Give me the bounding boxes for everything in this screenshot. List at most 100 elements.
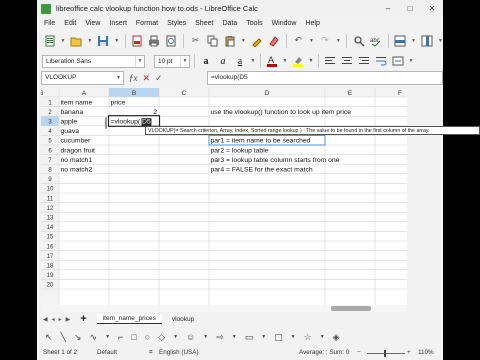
print-icon[interactable]	[148, 34, 161, 48]
function-wizard-icon[interactable]: ƒx	[129, 73, 138, 83]
cancel-icon[interactable]: ✕	[143, 73, 151, 84]
cell-d2[interactable]: use the vlookup() function to look up it…	[211, 109, 352, 116]
stars-icon[interactable]: ☆	[304, 332, 312, 343]
row-header-13[interactable]: 13	[47, 216, 54, 222]
column-header-g[interactable]: G	[41, 90, 44, 97]
cell-a4[interactable]: guava	[61, 128, 80, 135]
redo-icon[interactable]: ↷	[318, 34, 331, 48]
close-button[interactable]: ✕	[421, 0, 443, 17]
chevron-down-icon[interactable]: ▼	[408, 54, 414, 68]
menu-edit[interactable]: Edit	[64, 20, 76, 27]
chevron-down-icon[interactable]: ▼	[180, 55, 189, 67]
chevron-down-icon[interactable]: ▼	[114, 72, 123, 84]
cell-b1[interactable]: price	[111, 99, 126, 106]
chevron-down-icon[interactable]: ▼	[411, 34, 417, 48]
chevron-down-icon[interactable]: ▼	[437, 34, 443, 48]
new-icon[interactable]	[43, 34, 56, 48]
menu-help[interactable]: Help	[305, 20, 319, 27]
row-header-10[interactable]: 10	[47, 187, 54, 193]
menu-sheet[interactable]: Sheet	[195, 20, 213, 27]
align-left-icon[interactable]	[323, 54, 337, 68]
chevron-down-icon[interactable]: ▼	[336, 34, 342, 48]
sheet-tab-vlookup[interactable]: vlookup	[166, 315, 200, 324]
menu-styles[interactable]: Styles	[167, 20, 186, 27]
print-preview-icon[interactable]	[165, 34, 178, 48]
symbol-shapes-icon[interactable]: ☺	[186, 332, 195, 342]
underline-icon[interactable]: a	[233, 54, 247, 68]
column-icon[interactable]	[420, 34, 433, 48]
chevron-down-icon[interactable]: ▼	[291, 334, 296, 340]
chevron-down-icon[interactable]: ▼	[87, 34, 93, 48]
cell-d8[interactable]: par4 = FALSE for the exact match	[211, 167, 313, 174]
line-icon[interactable]: ╲	[61, 332, 66, 343]
save-icon[interactable]	[97, 34, 110, 48]
menu-view[interactable]: View	[85, 20, 100, 27]
chevron-down-icon[interactable]: ▼	[261, 334, 266, 340]
connector-icon[interactable]: ⌐	[118, 332, 123, 342]
font-size-combo[interactable]: 10 pt ▼	[154, 54, 190, 68]
arrow-line-icon[interactable]: ↘	[74, 332, 82, 343]
column-header-d[interactable]: D	[265, 90, 270, 97]
cell-a6[interactable]: dragon fruit	[61, 147, 95, 154]
3d-objects-icon[interactable]: ◈	[333, 332, 340, 343]
cell-a7[interactable]: no match1	[61, 157, 93, 164]
clear-icon[interactable]	[267, 34, 280, 48]
cell-a2[interactable]: banana	[61, 109, 84, 116]
scrollbar-thumb[interactable]	[331, 306, 371, 311]
menu-tools[interactable]: Tools	[246, 20, 262, 27]
rectangle-icon[interactable]: □	[131, 332, 136, 342]
column-header-b[interactable]: B	[132, 90, 136, 97]
add-sheet-button[interactable]: +	[80, 313, 86, 325]
menu-format[interactable]: Format	[136, 20, 158, 27]
language-status[interactable]: English (USA)	[159, 349, 199, 356]
font-name-combo[interactable]: Liberation Sans ▼	[42, 54, 145, 68]
formula-input[interactable]: =vlookup(D5	[207, 71, 443, 85]
next-sheet-icon[interactable]: ▸	[59, 316, 62, 323]
spreadsheet-grid[interactable]: ABCDEFG1item nameprice2banana2use the vl…	[41, 88, 407, 310]
minimize-button[interactable]: –	[377, 0, 399, 17]
chevron-down-icon[interactable]: ▼	[282, 54, 288, 68]
merge-cells-icon[interactable]	[391, 54, 405, 68]
callouts-icon[interactable]: ▢	[274, 332, 283, 343]
horizontal-scrollbar[interactable]	[41, 305, 407, 312]
flowchart-icon[interactable]: ▭	[245, 332, 254, 343]
open-icon[interactable]	[70, 34, 83, 48]
column-header-f[interactable]: F	[398, 90, 402, 97]
row-header-16[interactable]: 16	[47, 244, 54, 250]
cell-a1[interactable]: item name	[61, 99, 93, 106]
row-icon[interactable]	[393, 34, 406, 48]
zoom-slider-thumb[interactable]	[384, 350, 386, 357]
zoom-level[interactable]: 110%	[418, 349, 434, 356]
maximize-button[interactable]: □	[399, 0, 421, 17]
chevron-down-icon[interactable]: ▼	[105, 334, 110, 340]
chevron-down-icon[interactable]: ▼	[320, 334, 325, 340]
menu-insert[interactable]: Insert	[109, 20, 127, 27]
cell-d7[interactable]: par3 = lookup table column starts from o…	[211, 157, 340, 164]
align-center-icon[interactable]	[340, 54, 354, 68]
last-sheet-icon[interactable]: ▶	[66, 316, 71, 323]
page-style[interactable]: Default	[97, 349, 117, 356]
menu-window[interactable]: Window	[272, 20, 297, 27]
row-header-17[interactable]: 17	[47, 254, 54, 260]
row-header-11[interactable]: 11	[47, 196, 54, 202]
chevron-down-icon[interactable]: ▼	[114, 34, 120, 48]
clone-icon[interactable]	[250, 34, 263, 48]
cell-b2[interactable]: 2	[153, 109, 157, 116]
column-header-a[interactable]: A	[82, 90, 87, 97]
row-header-20[interactable]: 20	[47, 283, 54, 289]
copy-icon[interactable]	[206, 34, 219, 48]
row-header-18[interactable]: 18	[47, 264, 54, 270]
chevron-down-icon[interactable]: ▼	[309, 34, 315, 48]
font-color-icon[interactable]: A	[265, 54, 279, 68]
menu-file[interactable]: File	[44, 20, 55, 27]
paste-icon[interactable]	[223, 34, 236, 48]
chevron-down-icon[interactable]: ▼	[173, 334, 178, 340]
spelling-icon[interactable]: abc	[369, 34, 382, 48]
zoom-slider[interactable]	[367, 353, 405, 354]
cut-icon[interactable]: ✂	[189, 34, 202, 48]
cell-d6[interactable]: par2 = lookup table	[211, 147, 269, 154]
cell-a5[interactable]: cucumber	[61, 138, 92, 145]
chevron-down-icon[interactable]: ▼	[250, 54, 256, 68]
highlight-color-icon[interactable]	[291, 54, 305, 68]
chevron-down-icon[interactable]: ▼	[135, 55, 144, 67]
